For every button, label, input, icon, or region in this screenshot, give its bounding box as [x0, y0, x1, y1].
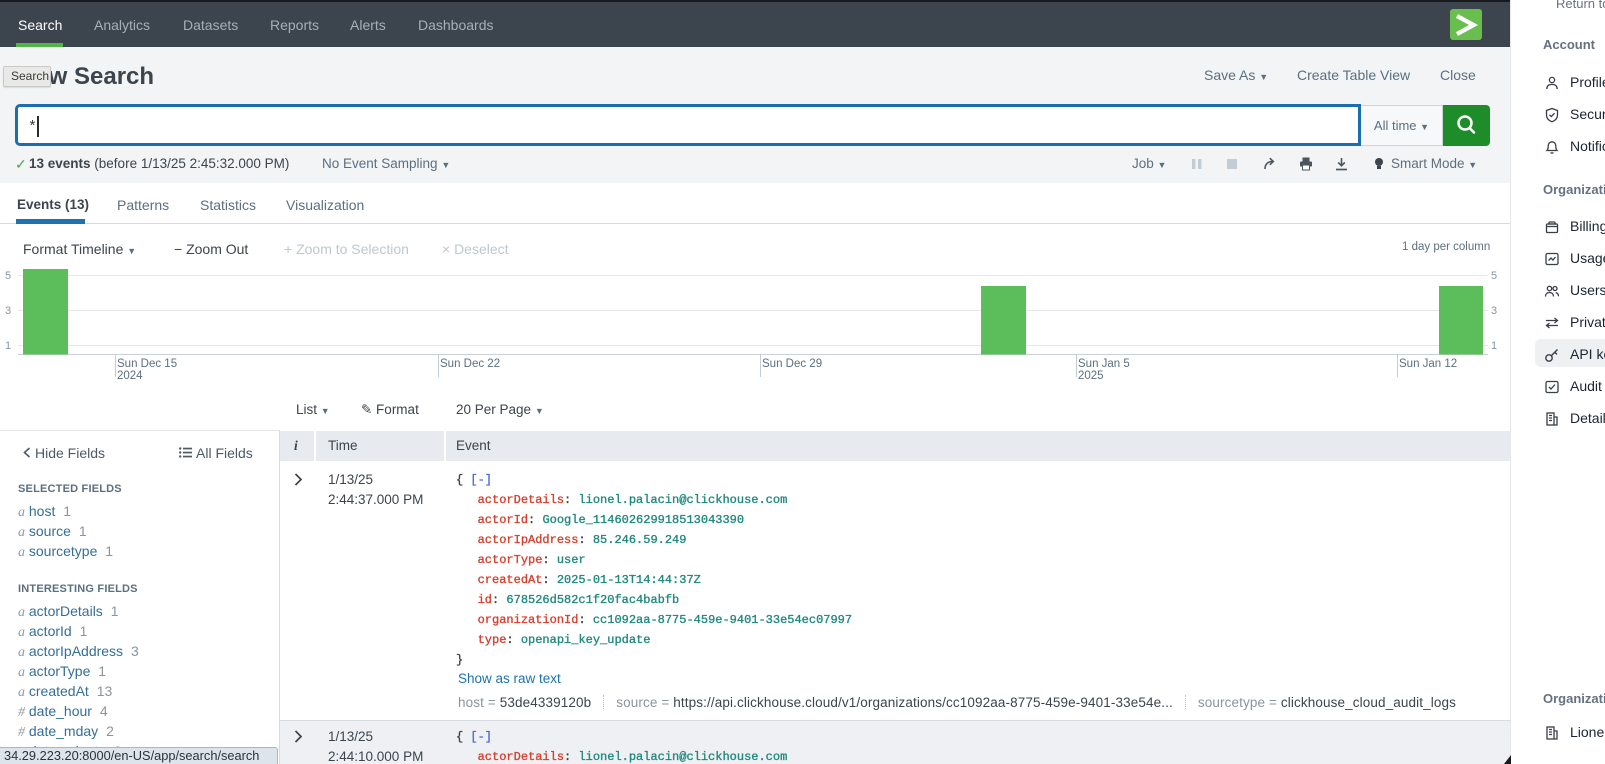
svg-text:1: 1 [1491, 340, 1497, 352]
svg-text:2024: 2024 [117, 370, 143, 382]
svg-text:Sun Dec 29: Sun Dec 29 [762, 358, 822, 370]
svg-text:2025: 2025 [1078, 370, 1104, 382]
svg-text:5: 5 [1491, 270, 1497, 282]
svg-text:5: 5 [5, 270, 11, 282]
svg-text:Sun Dec 15: Sun Dec 15 [117, 358, 177, 370]
svg-text:Sun Dec 22: Sun Dec 22 [440, 358, 500, 370]
svg-text:3: 3 [1491, 305, 1497, 317]
svg-text:Sun Jan 12: Sun Jan 12 [1399, 358, 1457, 370]
svg-text:Sun Jan 5: Sun Jan 5 [1078, 358, 1130, 370]
svg-text:1: 1 [5, 340, 11, 352]
svg-text:3: 3 [5, 305, 11, 317]
